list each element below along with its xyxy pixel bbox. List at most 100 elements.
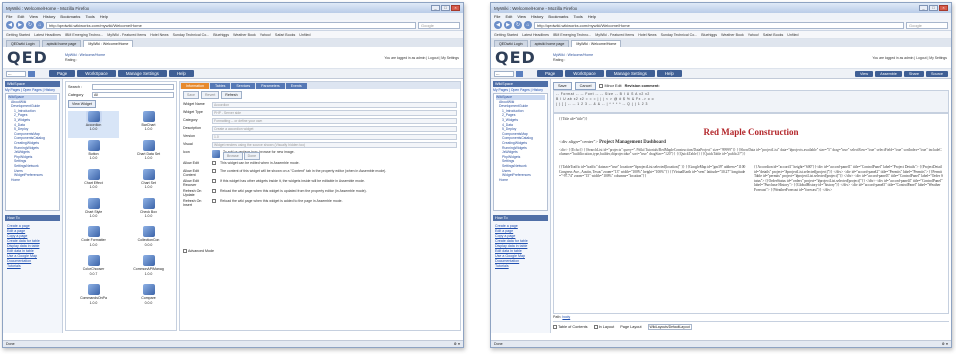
bookmark-item[interactable]: Sunday Technical Co... bbox=[661, 33, 698, 37]
url-bar[interactable]: http://qedwiki.wikiworks.com/mywiki/Welc… bbox=[46, 21, 416, 29]
minor-edit-checkbox[interactable] bbox=[599, 83, 604, 88]
bookmark-item[interactable]: Bluehiggs bbox=[213, 33, 229, 37]
maximize-button[interactable]: □ bbox=[441, 5, 450, 11]
done-button[interactable]: Done bbox=[243, 152, 261, 161]
toc-toggle[interactable]: Table of Contents bbox=[553, 324, 588, 329]
menu-history[interactable]: History bbox=[43, 14, 55, 19]
widget-search-input[interactable] bbox=[92, 84, 174, 90]
option-checkbox[interactable] bbox=[212, 168, 216, 173]
menu-page[interactable]: Page bbox=[49, 70, 76, 77]
menu-tools[interactable]: Tools bbox=[85, 14, 94, 19]
tree-item[interactable]: Home bbox=[8, 178, 57, 183]
bookmark-item[interactable]: Bluehiggs bbox=[701, 33, 717, 37]
page-layout-select[interactable]: WikiLayouts/DefaultLayout bbox=[647, 323, 692, 330]
tab-parameters[interactable]: Parameters bbox=[256, 83, 285, 89]
reload-icon[interactable]: ↻ bbox=[514, 21, 522, 29]
widget-item[interactable]: Chart Data Set 1.0.0 bbox=[123, 139, 174, 167]
reload-icon[interactable]: ↻ bbox=[26, 21, 34, 29]
bookmark-item[interactable]: Latest Headlines bbox=[34, 33, 61, 37]
toolbar-row[interactable]: ( ) [ ] -- -- 1 2 3 -- & & -- | * * * * … bbox=[556, 102, 946, 107]
bookmark-item[interactable]: IBM Emerging Techno... bbox=[553, 33, 591, 37]
bookmark-item[interactable]: MyWiki - Featured Items bbox=[595, 33, 634, 37]
bookmark-item[interactable]: IBM Emerging Techno... bbox=[65, 33, 103, 37]
menu-tools[interactable]: Tools bbox=[573, 14, 582, 19]
bookmark-item[interactable]: Weather Book bbox=[233, 33, 256, 37]
maximize-button[interactable]: □ bbox=[929, 5, 938, 11]
bookmark-item[interactable]: Sunday Technical Co... bbox=[173, 33, 210, 37]
wikispace-panel-title[interactable]: WikiSpace bbox=[5, 81, 60, 87]
option-checkbox[interactable] bbox=[212, 178, 216, 183]
widget-item[interactable]: Code Formatter 1.0.0 bbox=[68, 226, 119, 253]
howto-link[interactable]: Tutorials bbox=[495, 264, 546, 269]
toc-checkbox[interactable] bbox=[553, 324, 557, 329]
bookmark-item[interactable]: Weather Book bbox=[721, 33, 744, 37]
browser-tab[interactable]: MyWiki : Welcome/Home bbox=[571, 40, 622, 47]
close-button[interactable]: × bbox=[451, 5, 460, 11]
option-checkbox[interactable] bbox=[212, 188, 216, 193]
go-button[interactable] bbox=[516, 70, 523, 77]
advanced-mode-checkbox[interactable] bbox=[183, 248, 187, 253]
toc-select[interactable]: --- bbox=[6, 70, 26, 77]
search-input[interactable]: Google bbox=[906, 21, 948, 29]
option-checkbox[interactable] bbox=[212, 198, 216, 203]
in-layout-checkbox[interactable] bbox=[593, 324, 598, 329]
menu-help[interactable]: Help bbox=[168, 70, 194, 77]
forward-icon[interactable]: ▶ bbox=[504, 21, 512, 29]
menu-manage-settings[interactable]: Manage Settings bbox=[117, 70, 167, 77]
sidebar-subtabs[interactable]: My Pages | Open Pages | History bbox=[5, 88, 60, 92]
bookmark-item[interactable]: Hotel News bbox=[638, 33, 656, 37]
widget-item[interactable]: Chart Style 1.0.0 bbox=[68, 197, 119, 225]
save-button[interactable]: Save bbox=[553, 81, 572, 90]
tab-services[interactable]: Services bbox=[231, 83, 256, 89]
menu-history[interactable]: History bbox=[531, 14, 543, 19]
login-info[interactable]: You are logged in as admin | Logout | My… bbox=[872, 56, 947, 60]
minimize-button[interactable]: _ bbox=[919, 5, 928, 11]
category-select[interactable]: All bbox=[92, 92, 174, 98]
back-icon[interactable]: ◀ bbox=[494, 21, 502, 29]
property-field[interactable]: Accordion bbox=[212, 102, 457, 108]
bookmark-item[interactable]: Yahoo! bbox=[260, 33, 271, 37]
bookmark-item[interactable]: Getting Started bbox=[494, 33, 518, 37]
browser-tab[interactable]: apiwiki home page bbox=[41, 40, 82, 47]
go-button[interactable] bbox=[28, 70, 35, 77]
login-info[interactable]: You are logged in as admin | Logout | My… bbox=[384, 56, 459, 60]
toc-select[interactable]: --- bbox=[494, 70, 514, 77]
widget-item[interactable]: Compare 0.0.0 bbox=[123, 284, 174, 311]
bookmark-item[interactable]: Getting Started bbox=[6, 33, 30, 37]
menu-file[interactable]: File bbox=[6, 14, 12, 19]
bookmark-item[interactable]: Yahoo! bbox=[748, 33, 759, 37]
back-icon[interactable]: ◀ bbox=[6, 21, 14, 29]
browser-tab[interactable]: MyWiki : Welcome/Home bbox=[83, 40, 134, 47]
assemble-button[interactable]: Assemble bbox=[875, 70, 902, 77]
menu-edit[interactable]: Edit bbox=[17, 14, 24, 19]
widget-item[interactable]: Accordion 1.0.0 bbox=[68, 111, 119, 138]
menu-view[interactable]: View bbox=[517, 14, 526, 19]
tab-information[interactable]: Information bbox=[181, 83, 209, 89]
widget-item[interactable]: Chart Effect 1.0.0 bbox=[68, 168, 119, 196]
refresh-button[interactable]: Refresh bbox=[221, 91, 242, 99]
close-button[interactable]: × bbox=[939, 5, 948, 11]
bookmark-item[interactable]: MyWiki - Featured Items bbox=[107, 33, 146, 37]
menu-help[interactable]: Help bbox=[656, 70, 682, 77]
menu-bookmarks[interactable]: Bookmarks bbox=[548, 14, 568, 19]
in-layout-toggle[interactable]: In Layout bbox=[593, 324, 614, 329]
tab-tables[interactable]: Tables bbox=[209, 83, 231, 89]
minimize-button[interactable]: _ bbox=[431, 5, 440, 11]
widget-item[interactable]: CommandsOnPa 1.0.0 bbox=[68, 284, 119, 311]
sidebar-subtabs[interactable]: My Pages | Open Pages | History bbox=[493, 88, 548, 92]
wikispace-panel-title[interactable]: WikiSpace bbox=[493, 81, 548, 87]
tree-item[interactable]: Home bbox=[496, 178, 545, 183]
menu-workspace[interactable]: WorkSpace bbox=[565, 70, 604, 77]
save-button[interactable]: Save bbox=[183, 91, 199, 99]
bookmark-item[interactable]: Unfiled bbox=[787, 33, 798, 37]
menu-workspace[interactable]: WorkSpace bbox=[77, 70, 116, 77]
menu-view[interactable]: View bbox=[29, 14, 38, 19]
view-widget-button[interactable]: View Widget bbox=[68, 100, 96, 108]
menu-edit[interactable]: Edit bbox=[505, 14, 512, 19]
widget-item[interactable]: CollectionCon 0.0.0 bbox=[123, 226, 174, 253]
widget-item[interactable]: Chart Set 1.0.0 bbox=[123, 168, 174, 196]
widget-item[interactable]: CommonAPIManag 1.0.0 bbox=[123, 255, 174, 282]
home-icon[interactable]: ⌂ bbox=[36, 21, 44, 29]
property-field[interactable]: Widget renders using the source shown (V… bbox=[212, 142, 457, 148]
menu-bookmarks[interactable]: Bookmarks bbox=[60, 14, 80, 19]
